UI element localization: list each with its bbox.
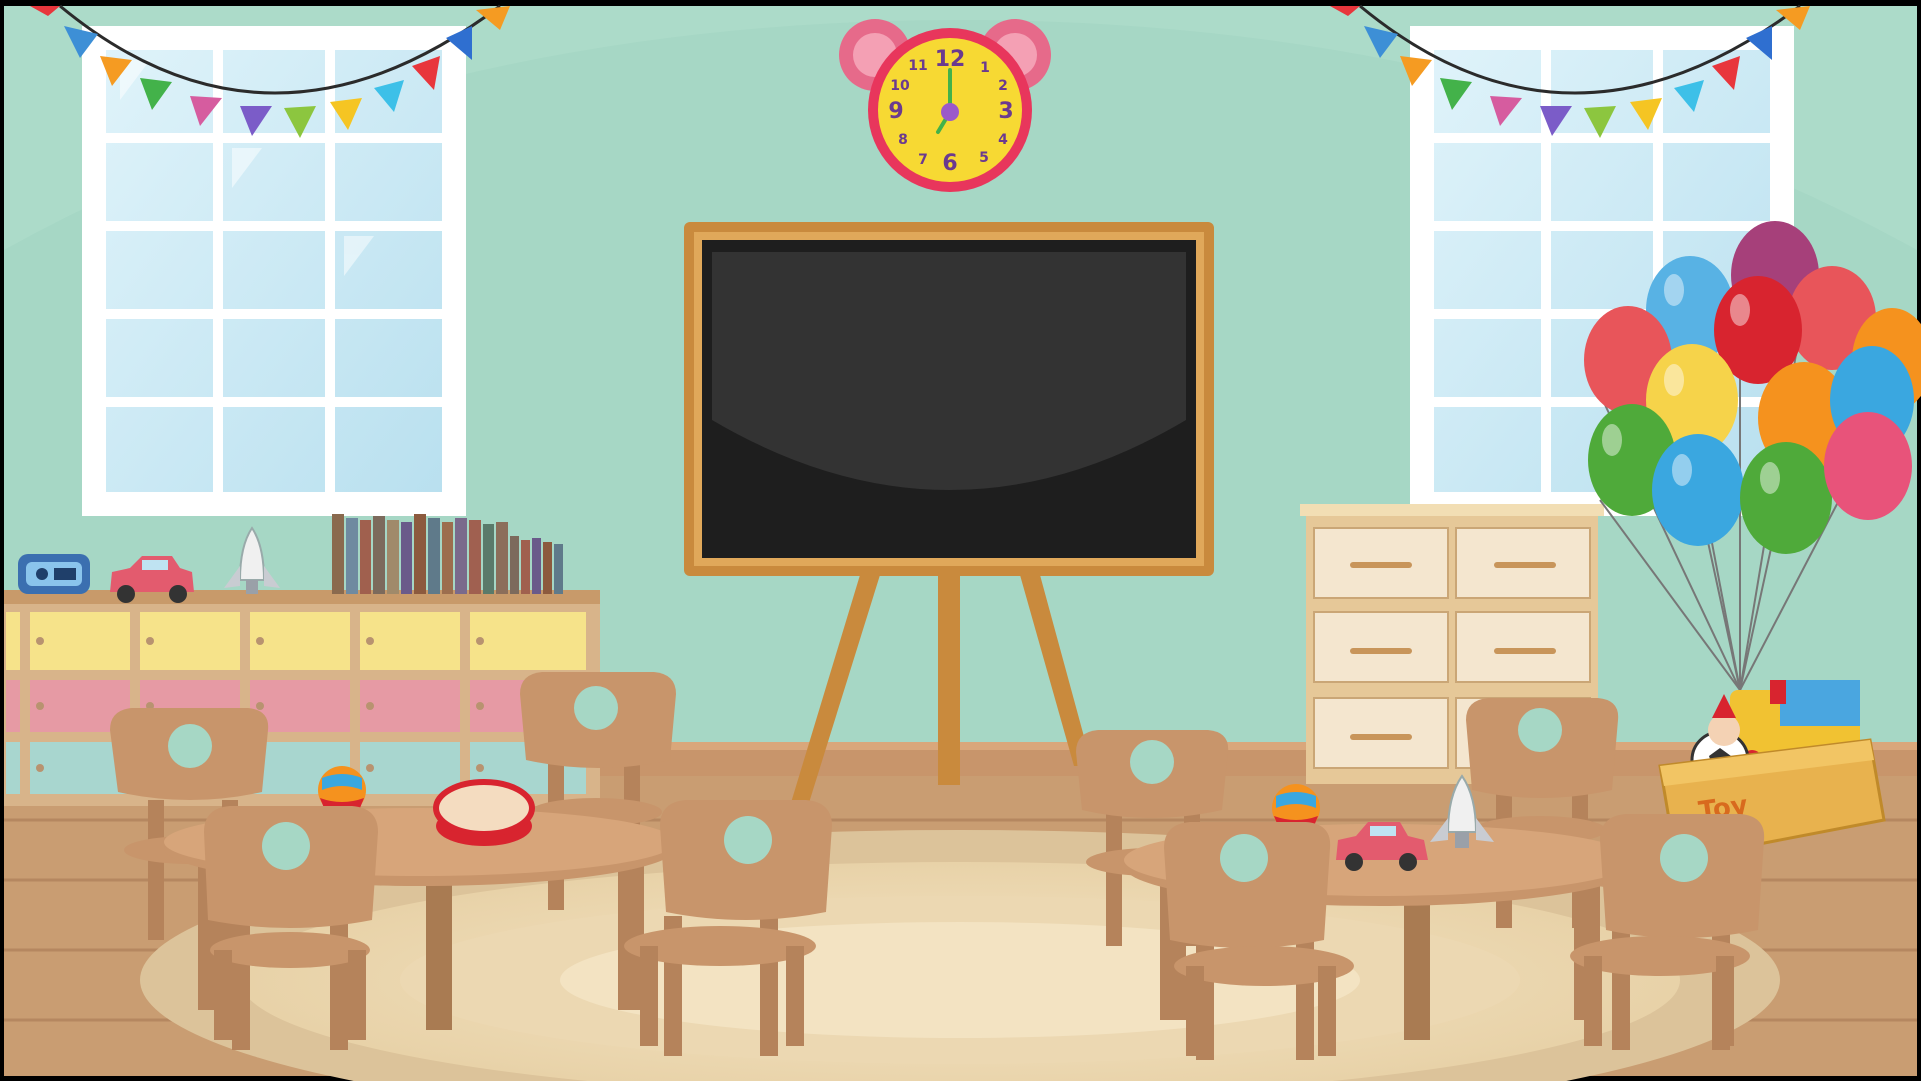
clock-numeral-1: 1 [980,60,990,76]
clock-numeral-4: 4 [998,132,1008,148]
clock-numeral-6: 6 [942,151,957,176]
clock-center [941,103,959,121]
toy-radio [18,554,90,594]
clock-numeral-2: 2 [998,78,1008,94]
clock-numeral-11: 11 [908,58,927,74]
left-window [82,26,466,516]
clock-numeral-7: 7 [918,152,928,168]
shelf-row-pink [6,680,586,732]
tambourine [433,779,535,846]
classroom-scene: 12 1 2 3 4 5 6 7 8 9 10 11 Toy [0,0,1921,1081]
clock-numeral-10: 10 [890,78,910,94]
clock-numeral-8: 8 [898,132,908,148]
clock-numeral-5: 5 [979,150,989,166]
clock-numeral-3: 3 [998,99,1013,124]
clock-numeral-9: 9 [888,99,903,124]
clown-toy [1708,714,1740,746]
shelf-row-yellow [6,612,586,670]
left-shelf [4,590,600,806]
